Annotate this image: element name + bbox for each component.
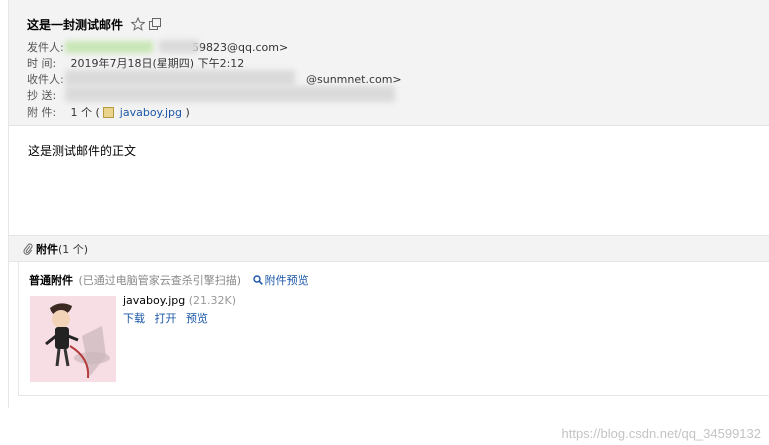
popout-icon[interactable]: [149, 18, 162, 30]
preview-link-label: 附件预览: [264, 274, 309, 287]
attachments-preview-link[interactable]: 附件预览: [252, 274, 309, 287]
mail-header: 这是一封测试邮件 发件人: 59823@qq.com> 时 间: 2019年7月…: [9, 0, 769, 126]
download-link[interactable]: 下载: [123, 312, 145, 325]
attachments-count: (1 个): [58, 242, 89, 256]
attachment-thumbnail[interactable]: [30, 296, 116, 382]
file-name[interactable]: javaboy.jpg: [123, 294, 185, 307]
image-file-icon: [103, 107, 115, 118]
attach-summary-prefix: 1 个 (: [70, 106, 100, 119]
attach-summary-suffix: ): [185, 106, 190, 119]
redacted-recipients: [65, 70, 295, 86]
from-address[interactable]: 59823@qq.com>: [192, 41, 288, 54]
redacted-cc: [65, 86, 395, 102]
attachments-panel: 普通附件 (已通过电脑管家云查杀引擎扫描) 附件预览 javaboy.jpg (…: [18, 262, 769, 396]
to-address[interactable]: @sunmnet.com>: [306, 73, 402, 86]
attach-chip-name: javaboy.jpg: [119, 106, 183, 119]
redacted-sender-name: [65, 41, 153, 53]
scan-note: (已通过电脑管家云查杀引擎扫描): [78, 274, 242, 287]
preview-link[interactable]: 预览: [186, 312, 208, 325]
watermark: https://blog.csdn.net/qq_34599132: [561, 426, 762, 441]
scan-title: 普通附件: [29, 274, 73, 287]
subject-row: 这是一封测试邮件: [27, 15, 162, 33]
to-label: 收件人:: [27, 73, 64, 86]
from-label: 发件人:: [27, 41, 64, 54]
open-link[interactable]: 打开: [155, 312, 177, 325]
file-size: (21.32K): [188, 294, 237, 307]
attach-label: 附 件:: [27, 106, 57, 119]
mail-subject: 这是一封测试邮件: [27, 17, 124, 32]
attach-row: 附 件: 1 个 ( javaboy.jpg ): [27, 105, 190, 121]
redacted-sender-email: [159, 40, 199, 53]
mail-body: 这是测试邮件的正文: [28, 144, 137, 158]
paperclip-icon: [23, 243, 33, 255]
star-icon[interactable]: [131, 17, 146, 31]
cc-row: 抄 送:: [27, 88, 67, 104]
magnifier-icon: [252, 275, 263, 285]
attachments-title: 附件: [36, 242, 58, 256]
attachments-bar: 附件 (1 个): [9, 235, 769, 262]
time-value: 2019年7月18日(星期四) 下午2:12: [70, 57, 245, 70]
file-info: javaboy.jpg (21.32K) 下载 打开 预览: [123, 294, 236, 326]
attach-chip[interactable]: javaboy.jpg: [103, 106, 185, 119]
scan-row: 普通附件 (已通过电脑管家云查杀引擎扫描) 附件预览: [29, 272, 309, 288]
cc-label: 抄 送:: [27, 89, 57, 102]
cartoon-figure-image: [45, 303, 110, 379]
time-label: 时 间:: [27, 57, 57, 70]
file-actions: 下载 打开 预览: [123, 310, 236, 326]
